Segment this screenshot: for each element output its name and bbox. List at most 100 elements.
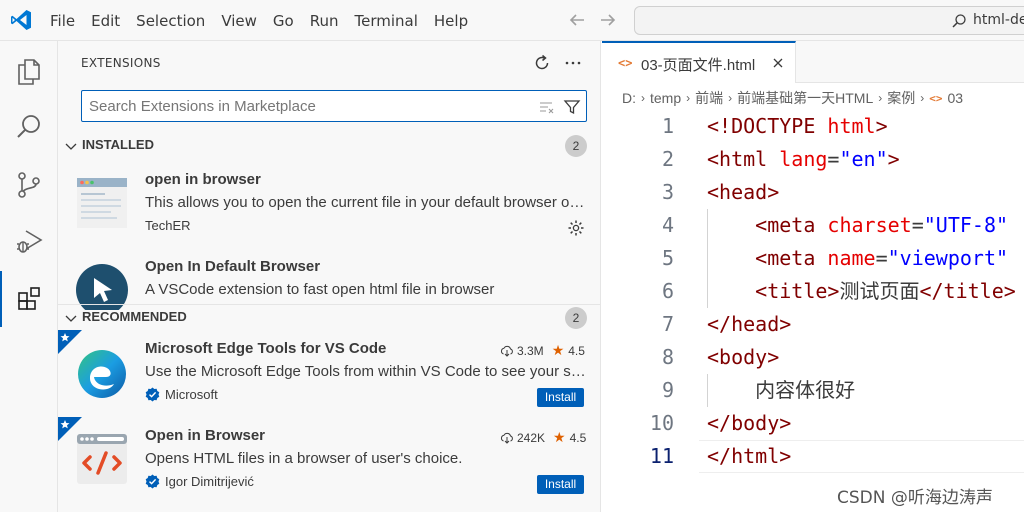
code-line[interactable]: 7 </head> <box>602 308 1024 341</box>
line-number: 1 <box>661 114 674 138</box>
line-number: 11 <box>649 444 674 468</box>
download-cloud-icon <box>500 432 513 444</box>
line-number: 3 <box>661 180 674 204</box>
menu-help[interactable]: Help <box>426 8 476 34</box>
line-number: 9 <box>661 378 674 402</box>
chevron-down-icon <box>65 315 77 322</box>
activity-source-control[interactable] <box>0 157 58 213</box>
editor-tabs: <> 03-页面文件.html <box>602 41 1024 83</box>
code-token: html <box>827 114 876 138</box>
breadcrumb-item[interactable]: 前端 <box>695 88 723 108</box>
breadcrumb-item[interactable]: 案例 <box>887 88 915 108</box>
code-line[interactable]: 4 <meta charset="UTF-8" <box>602 209 1024 242</box>
code-editor[interactable]: 1 <!DOCTYPE html> 2 <html lang="en"> 3 <head>… <box>602 110 1024 512</box>
gear-icon[interactable] <box>567 219 585 237</box>
breadcrumb-item[interactable]: D: <box>622 90 636 106</box>
explorer-icon <box>18 59 40 85</box>
code-token: </html> <box>707 444 792 468</box>
code-token: <meta <box>755 246 828 270</box>
line-source: </body> <box>707 407 791 440</box>
code-line[interactable]: 3 <head> <box>602 176 1024 209</box>
line-number: 6 <box>661 279 674 303</box>
search-icon <box>17 115 40 138</box>
installed-count-badge: 2 <box>565 135 587 157</box>
command-center-label: html-de <box>973 12 1024 28</box>
browser-window-icon <box>77 178 127 228</box>
code-line[interactable]: 1 <!DOCTYPE html> <box>602 110 1024 143</box>
activity-search[interactable] <box>0 99 58 155</box>
recommended-section-header[interactable]: RECOMMENDED 2 <box>58 304 601 330</box>
arrow-left-icon[interactable] <box>566 9 588 31</box>
code-token: </body> <box>707 411 792 435</box>
code-token: > <box>887 147 900 171</box>
tab-html-file[interactable]: <> 03-页面文件.html <box>602 41 796 83</box>
search-icon <box>952 14 966 28</box>
menu-go[interactable]: Go <box>265 8 302 34</box>
activity-extensions[interactable] <box>0 271 58 327</box>
line-number: 4 <box>661 213 674 237</box>
line-source: <meta name="viewport" <box>707 242 1008 275</box>
line-number: 8 <box>661 345 674 369</box>
chevron-right-icon: › <box>641 91 645 105</box>
code-line[interactable]: 11 </html> <box>602 440 1024 473</box>
more-actions-icon[interactable] <box>562 52 584 74</box>
menu-terminal[interactable]: Terminal <box>347 8 426 34</box>
line-source: <body> <box>707 341 779 374</box>
install-button[interactable]: Install <box>537 388 584 407</box>
line-number: 10 <box>649 411 674 435</box>
publisher-name: TechER <box>145 218 191 233</box>
extensions-search-input[interactable] <box>89 95 529 117</box>
breadcrumb-item[interactable]: 前端基础第一天HTML <box>737 88 873 108</box>
extension-item-open-in-browser-igor[interactable]: Open in Browser 242K ★ 4.5 Opens HTML fi… <box>58 427 601 511</box>
code-line[interactable]: 10 </body> <box>602 407 1024 440</box>
line-number: 7 <box>661 312 674 336</box>
code-line[interactable]: 8 <body> <box>602 341 1024 374</box>
code-token: "viewport" <box>887 246 1009 270</box>
code-line[interactable]: 5 <meta name="viewport" <box>602 242 1024 275</box>
code-token: name <box>827 246 876 270</box>
breadcrumb-item[interactable]: temp <box>650 90 681 106</box>
star-icon: ★ <box>551 342 565 358</box>
line-source: <head> <box>707 176 779 209</box>
code-token: <body> <box>707 345 780 369</box>
installed-section-header[interactable]: INSTALLED 2 <box>58 133 601 159</box>
extension-item-open-in-browser[interactable]: open in browser This allows you to open … <box>58 171 601 255</box>
extension-item-edge-tools[interactable]: Microsoft Edge Tools for VS Code 3.3M ★ … <box>58 340 601 424</box>
publisher-name: Microsoft <box>165 387 218 402</box>
html-browser-icon <box>77 434 127 484</box>
extension-name: Microsoft Edge Tools for VS Code <box>145 340 387 357</box>
clear-filter-icon[interactable] <box>538 99 554 115</box>
extension-name: open in browser <box>145 171 261 188</box>
menu-view[interactable]: View <box>213 8 265 34</box>
menu-file[interactable]: File <box>42 8 83 34</box>
code-token: = <box>827 147 840 171</box>
command-center[interactable]: html-de <box>634 6 1024 35</box>
vscode-logo-icon <box>11 10 31 30</box>
code-line[interactable]: 6 <title>测试页面</title> <box>602 275 1024 308</box>
extension-stats: 3.3M ★ 4.5 <box>500 342 585 359</box>
activity-run-debug[interactable] <box>0 213 58 269</box>
code-token: <head> <box>707 180 780 204</box>
refresh-icon[interactable] <box>531 52 553 74</box>
menu-edit[interactable]: Edit <box>83 8 128 34</box>
editor-area: <> 03-页面文件.html D: › temp › 前端 › 前端基础第一天… <box>602 41 1024 512</box>
tab-label: 03-页面文件.html <box>641 57 756 74</box>
arrow-right-icon[interactable] <box>597 9 619 31</box>
download-count: 3.3M <box>517 343 544 358</box>
menu-selection[interactable]: Selection <box>128 8 213 34</box>
extension-publisher: Microsoft <box>145 387 218 402</box>
code-token: = <box>911 213 924 237</box>
line-number: 2 <box>661 147 674 171</box>
install-button[interactable]: Install <box>537 475 584 494</box>
filter-icon[interactable] <box>563 98 581 116</box>
extensions-search-box <box>81 90 587 122</box>
menu-run[interactable]: Run <box>302 8 347 34</box>
activity-explorer[interactable] <box>0 43 58 99</box>
code-line[interactable]: 2 <html lang="en"> <box>602 143 1024 176</box>
code-token: </title> <box>919 279 1016 303</box>
code-line[interactable]: 9 内容体很好 <box>602 374 1024 407</box>
breadcrumb-item[interactable]: 03 <box>948 90 964 106</box>
close-icon[interactable] <box>770 55 786 71</box>
activity-bar <box>0 41 58 512</box>
